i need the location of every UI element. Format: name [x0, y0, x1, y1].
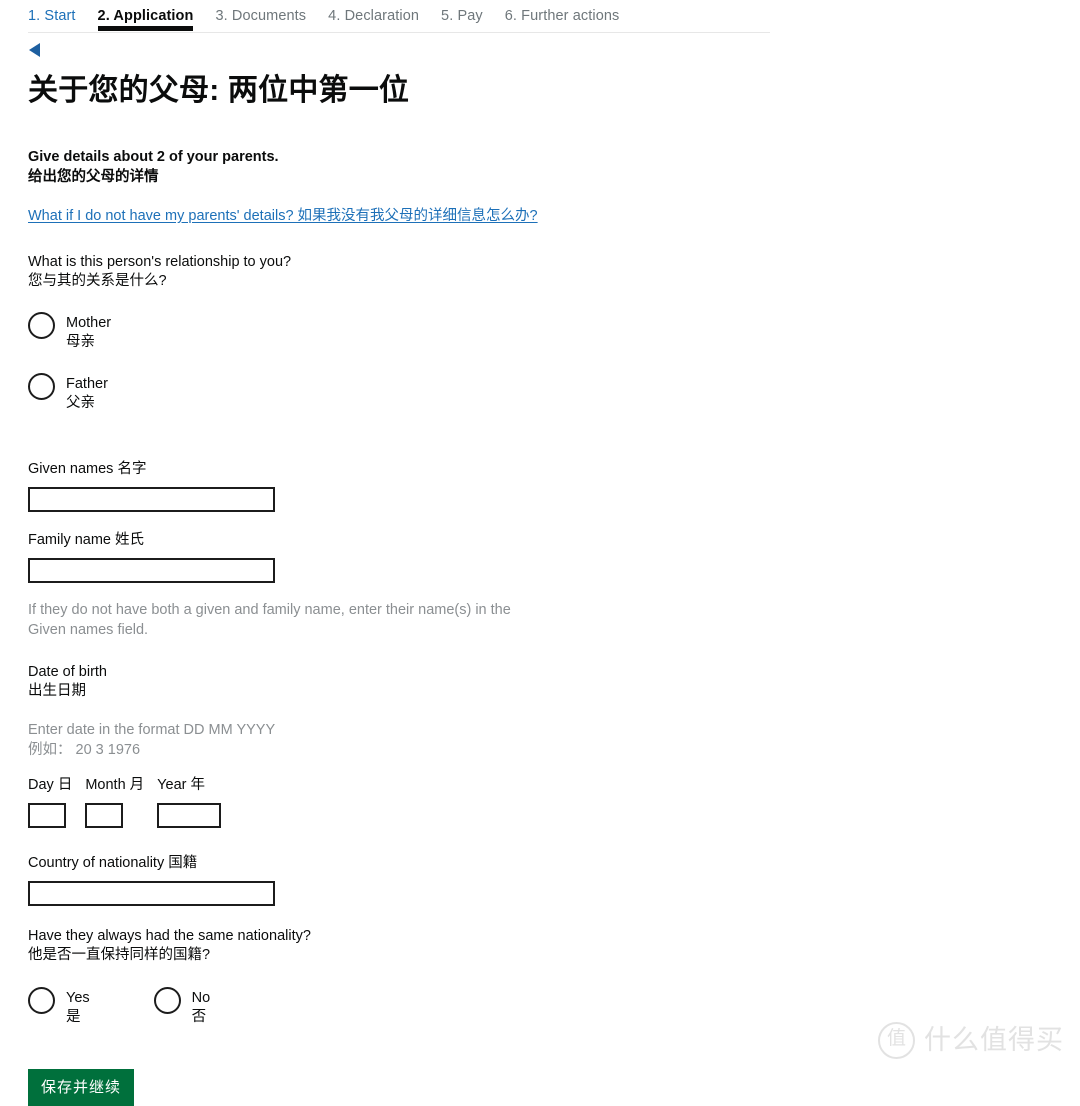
country-of-nationality-input[interactable]	[28, 881, 275, 906]
given-names-field: Given names 名字	[28, 460, 628, 512]
radio-circle-icon[interactable]	[153, 987, 181, 1014]
tabbar-divider	[28, 32, 770, 33]
date-cell-month: Month 月	[85, 776, 144, 828]
parents-details-help-link[interactable]: What if I do not have my parents' detail…	[28, 206, 538, 226]
relationship-radio-group: Mother 母亲 Father 父亲	[28, 311, 628, 413]
family-name-field: Family name 姓氏	[28, 531, 628, 583]
tab-documents[interactable]: 3. Documents	[215, 6, 306, 31]
same-nationality-question-zh: 他是否一直保持同样的国籍?	[28, 947, 211, 963]
radio-circle-icon[interactable]	[28, 312, 55, 339]
tab-further-actions[interactable]: 6. Further actions	[505, 6, 620, 31]
date-of-birth-label-en: Date of birth	[28, 664, 107, 680]
relationship-question-en: What is this person's relationship to yo…	[28, 254, 292, 270]
date-cell-year: Year 年	[157, 776, 222, 828]
progress-tabbar: 1. Start 2. Application 3. Documents 4. …	[28, 6, 770, 32]
date-cell-day: Day 日	[28, 776, 72, 828]
month-label: Month 月	[85, 777, 145, 793]
radio-option-no-en: No	[191, 990, 211, 1006]
same-nationality-question-en: Have they always had the same nationalit…	[28, 928, 311, 944]
same-nationality-radio-group: Yes 是 No 否	[28, 986, 628, 1027]
radio-option-yes-zh: 是	[66, 1009, 81, 1025]
radio-option-yes[interactable]: Yes 是	[28, 986, 90, 1027]
lead-text-en: Give details about 2 of your parents.	[28, 149, 279, 165]
radio-option-no[interactable]: No 否	[153, 986, 211, 1027]
radio-option-father-en: Father	[66, 376, 108, 392]
watermark-text: 什么值得买	[924, 1024, 1064, 1056]
radio-option-father-zh: 父亲	[66, 395, 95, 411]
radio-option-father-label: Father 父亲	[66, 372, 108, 413]
month-input[interactable]	[85, 803, 124, 828]
tab-declaration[interactable]: 4. Declaration	[328, 6, 419, 31]
radio-circle-icon[interactable]	[28, 373, 55, 400]
form-content: 关于您的父母: 两位中第一位 Give details about 2 of y…	[28, 70, 628, 1106]
radio-option-yes-label: Yes 是	[66, 986, 90, 1027]
radio-option-no-zh: 否	[191, 1009, 207, 1025]
date-of-birth-label-zh: 出生日期	[28, 683, 86, 699]
save-and-continue-button[interactable]: 保存并继续	[28, 1069, 135, 1106]
radio-option-no-label: No 否	[192, 986, 211, 1027]
tab-pay[interactable]: 5. Pay	[441, 6, 483, 31]
day-input[interactable]	[28, 803, 66, 828]
radio-option-mother-zh: 母亲	[66, 334, 95, 350]
tab-application[interactable]: 2. Application	[97, 6, 194, 31]
watermark-badge-icon: 值	[878, 1022, 915, 1059]
same-nationality-question: Have they always had the same nationalit…	[28, 927, 628, 965]
country-of-nationality-field: Country of nationality 国籍	[28, 854, 628, 906]
date-of-birth-hint-zh: 例如： 20 3 1976	[28, 741, 141, 758]
day-label: Day 日	[28, 777, 73, 793]
relationship-question-zh: 您与其的关系是什么?	[28, 273, 167, 289]
relationship-question: What is this person's relationship to yo…	[28, 253, 628, 291]
names-hint: If they do not have both a given and fam…	[28, 602, 511, 638]
family-name-label: Family name 姓氏	[28, 532, 145, 548]
radio-option-father[interactable]: Father 父亲	[28, 372, 628, 413]
given-names-label: Given names 名字	[28, 461, 147, 477]
radio-option-mother[interactable]: Mother 母亲	[28, 311, 628, 352]
radio-option-mother-en: Mother	[66, 315, 112, 331]
date-of-birth-inputs: Day 日 Month 月 Year 年	[28, 776, 628, 828]
date-of-birth-hint-en: Enter date in the format DD MM YYYY	[28, 722, 276, 738]
lead-text-zh: 给出您的父母的详情	[28, 169, 159, 185]
year-label: Year 年	[157, 777, 205, 793]
date-of-birth-section: Date of birth 出生日期 Enter date in the for…	[28, 663, 628, 828]
lead-paragraph: Give details about 2 of your parents. 给出…	[28, 147, 628, 187]
radio-circle-icon[interactable]	[28, 987, 55, 1014]
watermark: 值 什么值得买	[878, 1022, 1064, 1059]
back-triangle-icon[interactable]	[27, 41, 43, 59]
page-title: 关于您的父母: 两位中第一位	[28, 74, 410, 107]
radio-option-yes-en: Yes	[66, 990, 90, 1006]
given-names-input[interactable]	[28, 487, 275, 512]
tab-start[interactable]: 1. Start	[28, 6, 76, 31]
year-input[interactable]	[157, 803, 222, 828]
progress-tablist: 1. Start 2. Application 3. Documents 4. …	[28, 6, 770, 32]
radio-option-mother-label: Mother 母亲	[66, 311, 111, 352]
country-of-nationality-label: Country of nationality 国籍	[28, 855, 198, 871]
family-name-input[interactable]	[28, 558, 275, 583]
